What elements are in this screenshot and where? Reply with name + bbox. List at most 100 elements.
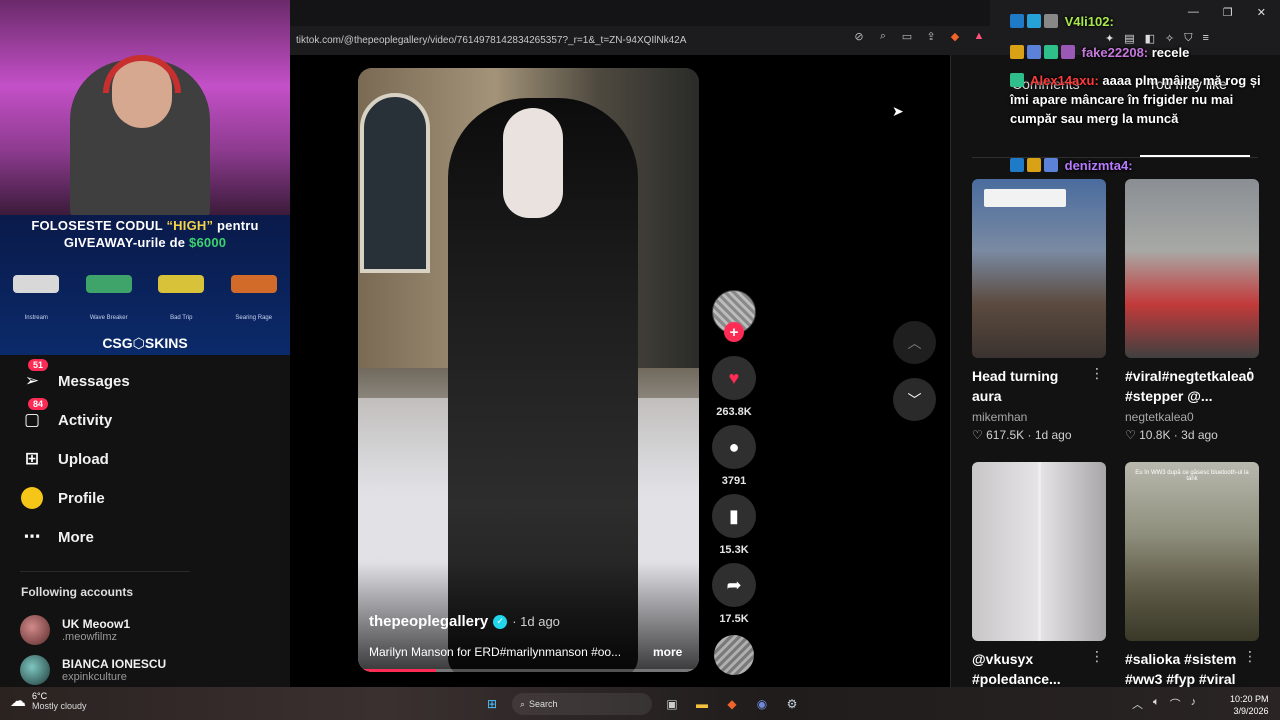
avatar xyxy=(20,655,50,685)
chat-message: Alex14axu: aaaa plm mâine mă rog și îmi … xyxy=(1010,71,1268,128)
skin-item: Searing Rage xyxy=(225,261,283,323)
weather-widget[interactable]: ☁ 6°C Mostly cloudy xyxy=(10,691,87,711)
clock-time: 10:20 PM xyxy=(1230,694,1269,704)
card-more-icon[interactable]: ⋮ xyxy=(1243,648,1257,665)
no-camera-icon[interactable]: ⊘ xyxy=(852,30,866,43)
file-explorer-icon[interactable]: ▬ xyxy=(692,694,712,714)
card-author: negtetkalea0 xyxy=(1125,410,1194,424)
taskbar: ☁ 6°C Mostly cloudy ⊞ ⌕ Search ▣ ▬ ◆ ◉ ⚙… xyxy=(0,687,1280,720)
taskbar-search[interactable]: ⌕ Search xyxy=(512,693,652,715)
network-icon[interactable]: ⌒ xyxy=(1170,696,1181,712)
video-time: · 1d ago xyxy=(512,614,560,629)
clock-date: 3/9/2026 xyxy=(1233,706,1269,716)
promo-banner: FOLOSESTE CODUL “HIGH” pentru GIVEAWAY-u… xyxy=(0,215,290,355)
video-window xyxy=(360,93,430,273)
following-account[interactable]: BIANCA IONESCU expinkculture xyxy=(20,655,166,685)
share-icon[interactable]: ⇪ xyxy=(924,30,938,43)
video-thumbnail xyxy=(972,179,1106,358)
sidebar-item-upload[interactable]: ⊞ Upload xyxy=(20,447,109,471)
video-card[interactable]: #viral#negtetkalea0 #stepper @... ⋮ negt… xyxy=(1125,179,1259,442)
follow-plus-icon[interactable]: + xyxy=(724,322,744,342)
share-button[interactable]: ➦ xyxy=(712,563,756,607)
account-name: BIANCA IONESCU xyxy=(62,657,167,671)
previous-video-button[interactable]: ︿ xyxy=(893,321,936,364)
steam-icon[interactable]: ⚙ xyxy=(782,694,802,714)
card-more-icon[interactable]: ⋮ xyxy=(1090,648,1104,665)
video-card[interactable]: Head turning aura ⋮ mikemhan ♡ 617.5K · … xyxy=(972,179,1106,442)
screen-icon[interactable]: ▭ xyxy=(900,30,914,43)
video-card[interactable]: Eu în WW3 după ce găsesc bluetooth-ul la… xyxy=(1125,462,1259,689)
card-meta: ♡ 617.5K · 1d ago xyxy=(972,428,1072,442)
like-button[interactable]: ♥ xyxy=(712,356,756,400)
skin-item: Wave Breaker xyxy=(80,261,138,323)
card-meta: ♡ 10.8K · 3d ago xyxy=(1125,428,1218,442)
card-more-icon[interactable]: ⋮ xyxy=(1243,365,1257,382)
account-name: UK Meoow1 xyxy=(62,617,131,631)
heart-outline-icon: ♡ xyxy=(972,428,983,442)
discord-icon[interactable]: ◉ xyxy=(752,694,772,714)
video-thumbnail xyxy=(1125,179,1259,358)
sidebar-item-label: Activity xyxy=(58,411,113,429)
volume-icon[interactable]: ♪ xyxy=(1191,696,1197,712)
activity-badge: 84 xyxy=(28,398,49,410)
rewards-icon[interactable]: ▲ xyxy=(972,30,986,43)
sidebar-item-profile[interactable]: Profile xyxy=(20,486,105,510)
card-title: Head turning aura xyxy=(972,368,1059,404)
chat-user: Alex14axu: xyxy=(1030,73,1099,88)
video-face xyxy=(503,108,563,218)
upload-icon: ⊞ xyxy=(24,449,40,468)
chat-user: denizmta4: xyxy=(1064,158,1133,173)
video-author[interactable]: thepeoplegallery ✓ · 1d ago xyxy=(369,613,560,630)
chat-text: recele xyxy=(1151,45,1190,60)
cloud-icon: ☁ xyxy=(10,693,26,710)
video-progress-fill xyxy=(358,669,437,672)
brave-icon[interactable]: ◆ xyxy=(722,694,742,714)
video-progress-bar[interactable] xyxy=(358,669,699,672)
skin-item: Bad Trip xyxy=(152,261,210,323)
account-handle: expinkculture xyxy=(62,671,127,683)
sidebar-item-more[interactable]: ⋯ More xyxy=(20,525,94,549)
sidebar-item-messages[interactable]: ➢ 51 Messages xyxy=(20,359,130,393)
avatar xyxy=(20,615,50,645)
save-button[interactable]: ▮ xyxy=(712,494,756,538)
card-date: 1d ago xyxy=(1034,428,1072,442)
heart-icon: ♥ xyxy=(728,367,740,388)
promo-line-2: GIVEAWAY-urile de $6000 xyxy=(63,235,227,250)
chevron-down-icon: ﹀ xyxy=(907,391,922,408)
following-account[interactable]: UK Meoow1 .meowfilmz xyxy=(20,615,130,645)
heart-outline-icon: ♡ xyxy=(1125,428,1136,442)
sound-avatar[interactable] xyxy=(714,635,754,675)
system-tray: ︿ 🔈︎ ⌒ ♪ xyxy=(1132,696,1196,712)
zoom-icon[interactable]: ⌕ xyxy=(876,30,890,43)
caption-more-button[interactable]: more xyxy=(653,645,682,659)
next-video-button[interactable]: ﹀ xyxy=(893,378,936,421)
webcam-overlay xyxy=(0,0,290,215)
video-card[interactable]: @vkusyx #poledance... ⋮ xyxy=(972,462,1106,689)
taskbar-clock[interactable]: 10:20 PM 3/9/2026 xyxy=(1230,693,1269,717)
tray-chevron-icon[interactable]: ︿ xyxy=(1132,696,1143,712)
comment-button[interactable]: ● xyxy=(712,425,756,469)
sidebar-item-activity[interactable]: ▢ 84 Activity xyxy=(20,398,113,432)
chat-message: V4li102: xyxy=(1010,12,1268,31)
video-feed: thepeoplegallery ✓ · 1d ago Marilyn Mans… xyxy=(290,55,950,687)
chat-message: denizmta4: xyxy=(1010,156,1268,175)
weather-condition: Mostly cloudy xyxy=(32,701,87,711)
activity-icon: ▢ 84 xyxy=(20,398,49,432)
profile-avatar xyxy=(20,486,44,510)
share-arrow-icon: ➦ xyxy=(726,574,742,595)
author-name: thepeoplegallery xyxy=(369,613,489,630)
send-icon: ➢ 51 xyxy=(20,359,49,393)
thumbnail-overlay-text: Eu în WW3 după ce găsesc bluetooth-ul la… xyxy=(1135,470,1249,482)
chevron-up-icon: ︿ xyxy=(907,334,922,351)
card-title: #viral#negtetkalea0 #stepper @... xyxy=(1125,368,1255,404)
weather-temp: 6°C xyxy=(32,691,48,701)
search-icon: ⌕ xyxy=(520,698,526,709)
brave-shield-icon[interactable]: ◆ xyxy=(948,30,962,43)
speaker-icon[interactable]: 🔈︎ xyxy=(1153,696,1160,712)
card-more-icon[interactable]: ⋮ xyxy=(1090,365,1104,382)
following-accounts-title: Following accounts xyxy=(21,585,134,599)
card-date: 3d ago xyxy=(1181,428,1218,442)
task-view-icon[interactable]: ▣ xyxy=(662,694,682,714)
windows-start-icon[interactable]: ⊞ xyxy=(482,694,502,714)
video-player[interactable]: thepeoplegallery ✓ · 1d ago Marilyn Mans… xyxy=(358,68,699,672)
